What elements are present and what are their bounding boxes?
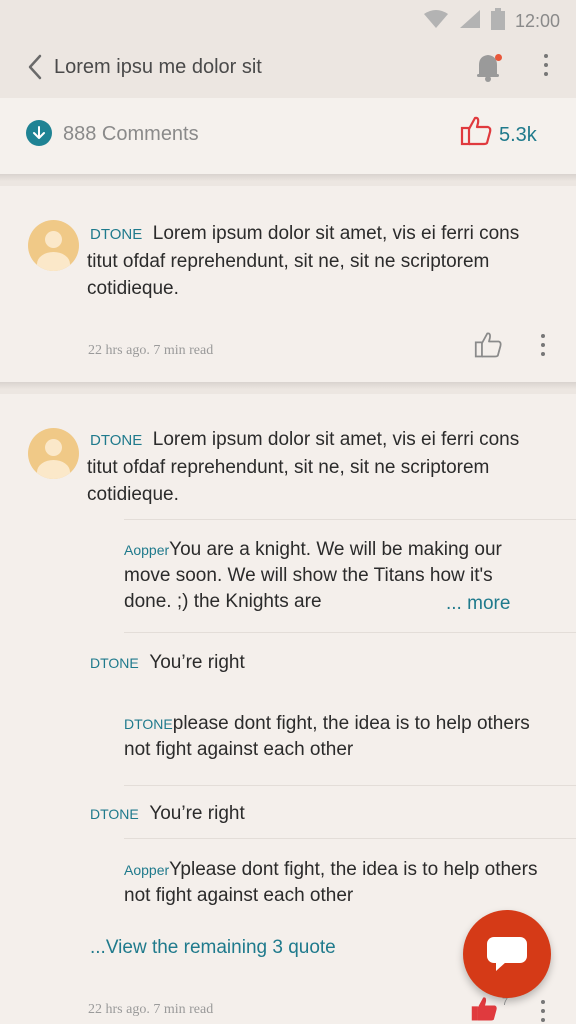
battery-icon: [490, 8, 505, 35]
thumbs-up-icon[interactable]: [460, 114, 494, 148]
reply-item: AopperYou are a knight. We will be makin…: [124, 537, 544, 615]
chat-bubble-icon: [487, 937, 527, 971]
comment-options-button[interactable]: [533, 330, 553, 360]
reply-item: DTONEplease dont fight, the idea is to h…: [124, 711, 544, 763]
divider: [124, 632, 576, 633]
reply-author[interactable]: Aopper: [124, 862, 169, 878]
thumbs-up-icon: [471, 997, 497, 1021]
like-button[interactable]: [470, 994, 500, 1024]
reply-author[interactable]: DTONE: [124, 716, 173, 732]
reply-text: Yplease dont fight, the idea is to help …: [124, 859, 538, 906]
download-icon[interactable]: [26, 120, 52, 146]
signal-icon: [459, 9, 481, 34]
reply-item: DTONE You’re right: [90, 801, 530, 827]
likes-count: 5.3k: [499, 124, 537, 146]
comment-options-button[interactable]: [533, 996, 553, 1024]
bell-icon: [477, 55, 499, 82]
comment-author[interactable]: DTONE: [90, 432, 142, 449]
divider: [0, 174, 576, 186]
reply-text: You’re right: [149, 803, 245, 824]
reply-author[interactable]: DTONE: [90, 806, 139, 822]
comments-summary-bar: 888 Comments 5.3k: [0, 98, 576, 174]
comment-text: Lorem ipsum dolor sit amet, vis ei ferri…: [87, 223, 520, 299]
chevron-left-icon: [28, 54, 42, 80]
notifications-button[interactable]: [470, 48, 506, 84]
divider: [0, 382, 576, 394]
divider: [124, 838, 576, 839]
status-time: 12:00: [514, 11, 560, 31]
back-button[interactable]: [24, 52, 48, 82]
status-bar: 12:00: [0, 0, 576, 40]
more-link[interactable]: ... more: [446, 591, 510, 617]
comment-author[interactable]: DTONE: [90, 226, 142, 243]
compose-comment-button[interactable]: [463, 910, 551, 998]
comment-card: DTONE Lorem ipsum dolor sit amet, vis ei…: [0, 186, 576, 382]
comment-meta: 22 hrs ago. 7 min read: [88, 343, 214, 358]
reply-item: AopperYplease dont fight, the idea is to…: [124, 857, 544, 909]
reply-author[interactable]: DTONE: [90, 655, 139, 671]
comment-body: DTONE Lorem ipsum dolor sit amet, vis ei…: [87, 220, 527, 302]
comment-body: DTONE Lorem ipsum dolor sit amet, vis ei…: [87, 426, 527, 508]
reply-author[interactable]: Aopper: [124, 542, 169, 558]
avatar[interactable]: [28, 220, 79, 271]
notification-dot: [495, 54, 502, 61]
like-button[interactable]: [474, 330, 504, 360]
comment-text: Lorem ipsum dolor sit amet, vis ei ferri…: [87, 429, 520, 505]
comments-count: 888 Comments: [63, 123, 199, 145]
page-title: Lorem ipsu me dolor sit: [54, 56, 262, 78]
reply-item: DTONE You’re right: [90, 650, 530, 676]
reply-text: please dont fight, the idea is to help o…: [124, 713, 530, 760]
more-options-button[interactable]: [534, 50, 558, 80]
thumbs-up-outline-icon: [474, 332, 502, 358]
reply-text: You’re right: [149, 652, 245, 673]
wifi-icon: [423, 9, 449, 34]
avatar[interactable]: [28, 428, 79, 479]
comment-meta: 22 hrs ago. 7 min read: [88, 1002, 214, 1017]
view-remaining-link[interactable]: ...View the remaining 3 quote: [90, 937, 336, 959]
app-bar: Lorem ipsu me dolor sit: [0, 40, 576, 98]
divider: [124, 785, 576, 786]
